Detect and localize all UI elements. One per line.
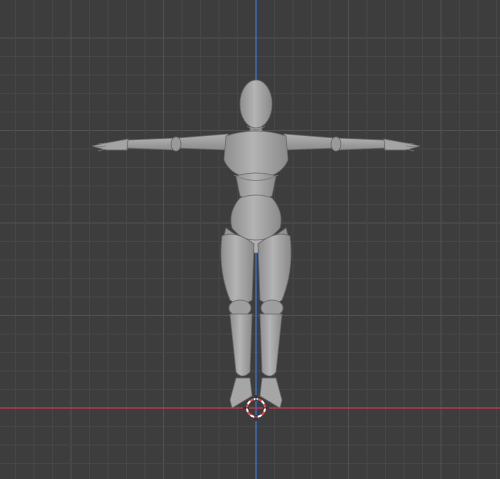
3d-viewport[interactable] xyxy=(0,0,500,479)
left-leg[interactable] xyxy=(220,233,255,409)
right-arm[interactable] xyxy=(283,133,421,152)
head[interactable] xyxy=(239,79,273,137)
right-leg[interactable] xyxy=(257,233,292,409)
left-arm[interactable] xyxy=(91,133,229,152)
viewport-canvas[interactable] xyxy=(0,0,500,479)
